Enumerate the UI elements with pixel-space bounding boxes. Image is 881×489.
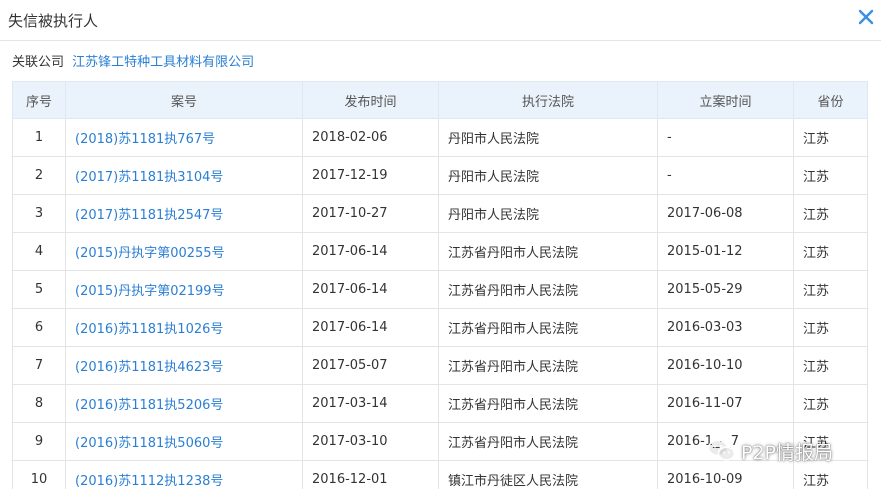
province-cell: 江苏: [793, 308, 868, 347]
case-number-link[interactable]: (2016)苏1181执5060号: [65, 422, 303, 461]
case-number-link[interactable]: (2016)苏1112执1238号: [65, 460, 303, 489]
court-cell: 江苏省丹阳市人民法院: [438, 232, 658, 271]
filing-date-cell: -: [657, 156, 794, 195]
court-cell: 镇江市丹徒区人民法院: [438, 460, 658, 489]
column-header-case-number: 案号: [65, 81, 303, 119]
province-cell: 江苏: [793, 232, 868, 271]
province-cell: 江苏: [793, 384, 868, 423]
column-header-publish-date: 发布时间: [302, 81, 439, 119]
filing-date-cell: 2015-05-29: [657, 270, 794, 309]
province-cell: 江苏: [793, 156, 868, 195]
table-row: 5 (2015)丹执字第02199号 2017-06-14 江苏省丹阳市人民法院 201…: [12, 270, 868, 309]
related-company-link[interactable]: 江苏锋工特种工具材料有限公司: [72, 55, 254, 70]
case-number-link[interactable]: (2017)苏1181执3104号: [65, 156, 303, 195]
column-header-province: 省份: [793, 81, 868, 119]
table-header-row: 序号 案号 发布时间 执行法院 立案时间 省份: [12, 81, 868, 119]
table-row: 2 (2017)苏1181执3104号 2017-12-19 丹阳市人民法院 - 江苏: [12, 156, 868, 195]
case-number-link[interactable]: (2015)丹执字第02199号: [65, 270, 303, 309]
dialog-title: 失信被执行人: [8, 12, 99, 30]
index-cell: 10: [12, 460, 66, 489]
index-cell: 3: [12, 194, 66, 233]
dishonest-debtor-table: 序号 案号 发布时间 执行法院 立案时间 省份 1 (2018)苏1181执767…: [12, 81, 868, 489]
province-cell: 江苏: [793, 346, 868, 385]
case-number-link[interactable]: (2017)苏1181执2547号: [65, 194, 303, 233]
related-company-label: 关联公司: [12, 55, 65, 70]
index-cell: 1: [12, 118, 66, 157]
index-cell: 4: [12, 232, 66, 271]
watermark: P2P情报局: [707, 436, 833, 466]
case-number-link[interactable]: (2016)苏1181执5206号: [65, 384, 303, 423]
publish-date-cell: 2017-06-14: [302, 308, 439, 347]
index-cell: 6: [12, 308, 66, 347]
publish-date-cell: 2017-05-07: [302, 346, 439, 385]
column-header-index: 序号: [12, 81, 66, 119]
index-cell: 9: [12, 422, 66, 461]
publish-date-cell: 2017-03-14: [302, 384, 439, 423]
publish-date-cell: 2017-06-14: [302, 232, 439, 271]
index-cell: 2: [12, 156, 66, 195]
court-cell: 江苏省丹阳市人民法院: [438, 346, 658, 385]
court-cell: 丹阳市人民法院: [438, 156, 658, 195]
filing-date-cell: 2016-11-07: [657, 384, 794, 423]
column-header-filing-date: 立案时间: [657, 81, 794, 119]
court-cell: 江苏省丹阳市人民法院: [438, 422, 658, 461]
province-cell: 江苏: [793, 194, 868, 233]
province-cell: 江苏: [793, 118, 868, 157]
court-cell: 江苏省丹阳市人民法院: [438, 308, 658, 347]
publish-date-cell: 2017-12-19: [302, 156, 439, 195]
column-header-court: 执行法院: [438, 81, 658, 119]
court-cell: 江苏省丹阳市人民法院: [438, 270, 658, 309]
filing-date-cell: 2016-03-03: [657, 308, 794, 347]
publish-date-cell: 2016-12-01: [302, 460, 439, 489]
case-number-link[interactable]: (2016)苏1181执1026号: [65, 308, 303, 347]
table-row: 6 (2016)苏1181执1026号 2017-06-14 江苏省丹阳市人民法院 20…: [12, 308, 868, 347]
dialog-header: 失信被执行人: [0, 0, 881, 41]
table-row: 3 (2017)苏1181执2547号 2017-10-27 丹阳市人民法院 2017-…: [12, 194, 868, 233]
case-number-link[interactable]: (2018)苏1181执767号: [65, 118, 303, 157]
publish-date-cell: 2017-06-14: [302, 270, 439, 309]
filing-date-cell: 2016-10-10: [657, 346, 794, 385]
index-cell: 5: [12, 270, 66, 309]
court-cell: 丹阳市人民法院: [438, 194, 658, 233]
table-row: 4 (2015)丹执字第00255号 2017-06-14 江苏省丹阳市人民法院 201…: [12, 232, 868, 271]
watermark-text: P2P情报局: [741, 441, 834, 464]
close-icon[interactable]: [857, 8, 875, 26]
province-cell: 江苏: [793, 270, 868, 309]
index-cell: 7: [12, 346, 66, 385]
table-row: 7 (2016)苏1181执4623号 2017-05-07 江苏省丹阳市人民法院 20…: [12, 346, 868, 385]
publish-date-cell: 2017-10-27: [302, 194, 439, 233]
index-cell: 8: [12, 384, 66, 423]
publish-date-cell: 2018-02-06: [302, 118, 439, 157]
filing-date-cell: -: [657, 118, 794, 157]
table-row: 1 (2018)苏1181执767号 2018-02-06 丹阳市人民法院 - 江苏: [12, 118, 868, 157]
case-number-link[interactable]: (2015)丹执字第00255号: [65, 232, 303, 271]
court-cell: 江苏省丹阳市人民法院: [438, 384, 658, 423]
case-number-link[interactable]: (2016)苏1181执4623号: [65, 346, 303, 385]
filing-date-cell: 2017-06-08: [657, 194, 794, 233]
table-row: 8 (2016)苏1181执5206号 2017-03-14 江苏省丹阳市人民法院 20…: [12, 384, 868, 423]
filing-date-cell: 2015-01-12: [657, 232, 794, 271]
wechat-icon: [707, 439, 736, 461]
publish-date-cell: 2017-03-10: [302, 422, 439, 461]
court-cell: 丹阳市人民法院: [438, 118, 658, 157]
related-company: 关联公司 江苏锋工特种工具材料有限公司: [12, 51, 254, 70]
